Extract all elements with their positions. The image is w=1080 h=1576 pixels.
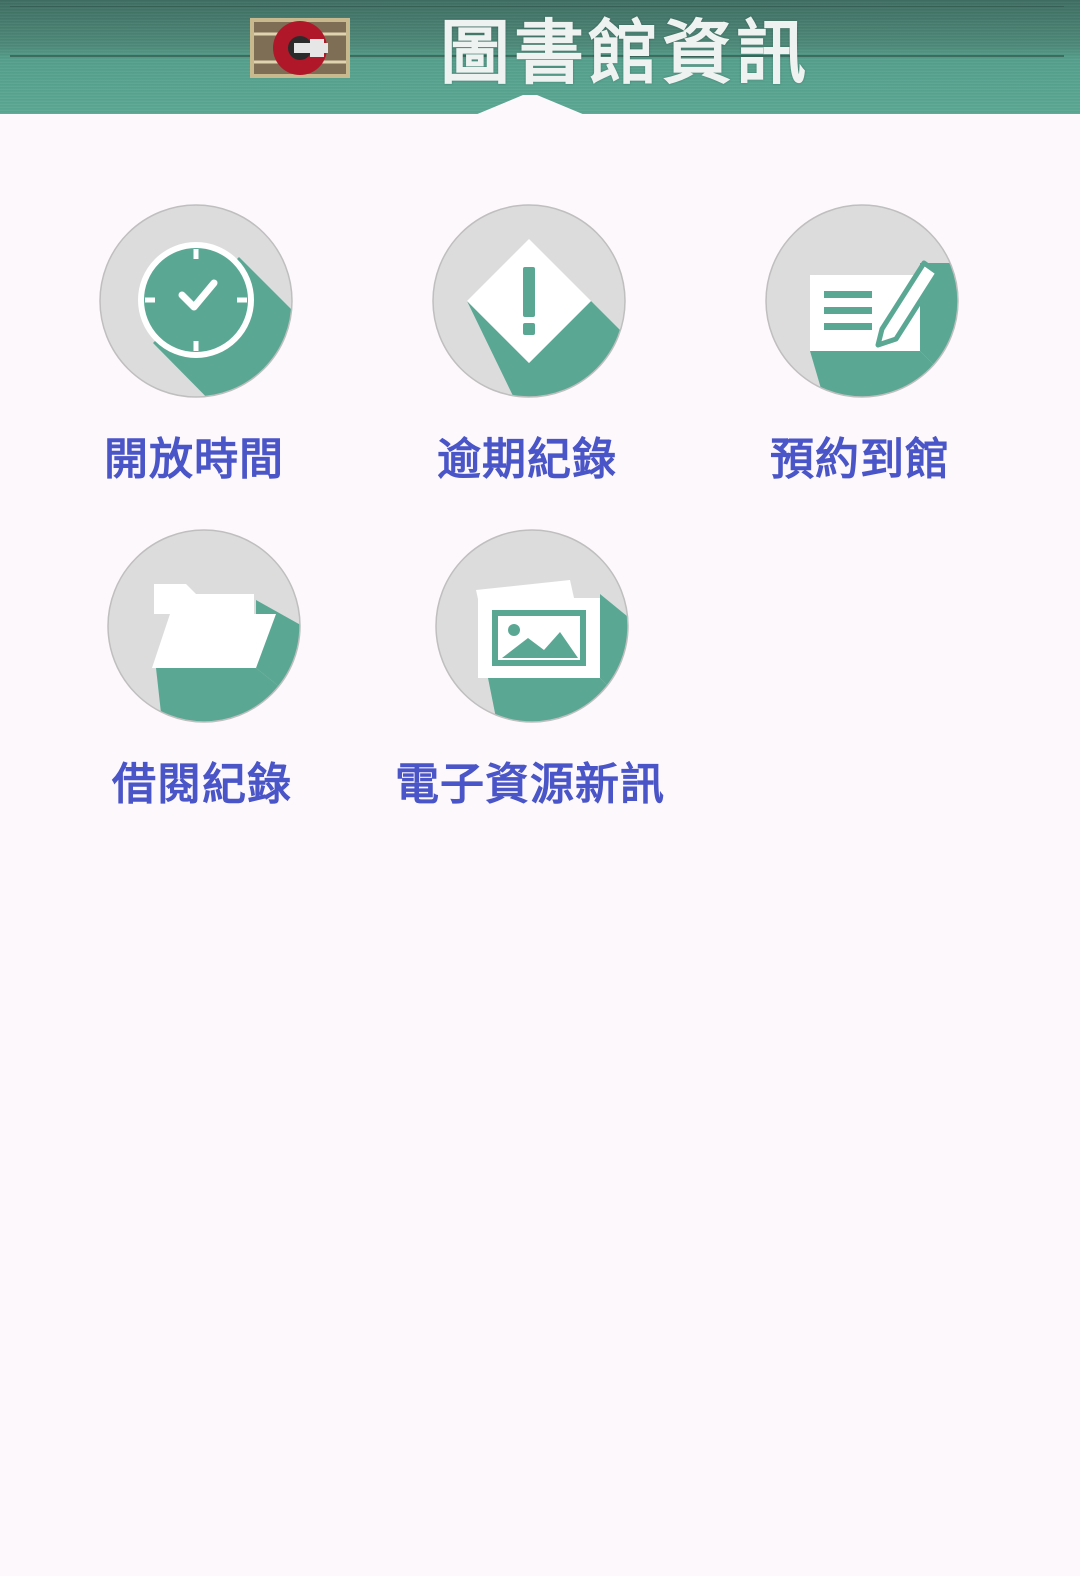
reserve-note-icon <box>765 204 959 398</box>
menu-item-label: 借閱紀錄 <box>112 759 292 810</box>
menu-item-label: 逾期紀錄 <box>437 434 617 485</box>
menu-item-label: 電子資源新訊 <box>395 759 665 810</box>
menu-item-label: 開放時間 <box>104 434 284 485</box>
menu-item-label: 預約到館 <box>770 434 950 485</box>
image-gallery-icon <box>435 529 629 723</box>
alert-diamond-icon <box>432 204 626 398</box>
page-title: 圖書館資訊 <box>440 12 810 94</box>
clock-icon <box>99 204 293 398</box>
menu-item-opening-hours[interactable]: 開放時間 <box>44 203 344 503</box>
menu-item-reservation[interactable]: 預約到館 <box>710 203 1010 503</box>
menu-item-borrowing-records[interactable]: 借閱紀錄 <box>52 528 352 828</box>
header-notch <box>475 95 585 115</box>
library-logo-icon <box>250 18 350 78</box>
app-header: 圖書館資訊 <box>0 0 1080 115</box>
menu-item-e-resources-news[interactable]: 電子資源新訊 <box>380 528 680 828</box>
menu-item-overdue-records[interactable]: 逾期紀錄 <box>377 203 677 503</box>
folder-icon <box>107 529 301 723</box>
